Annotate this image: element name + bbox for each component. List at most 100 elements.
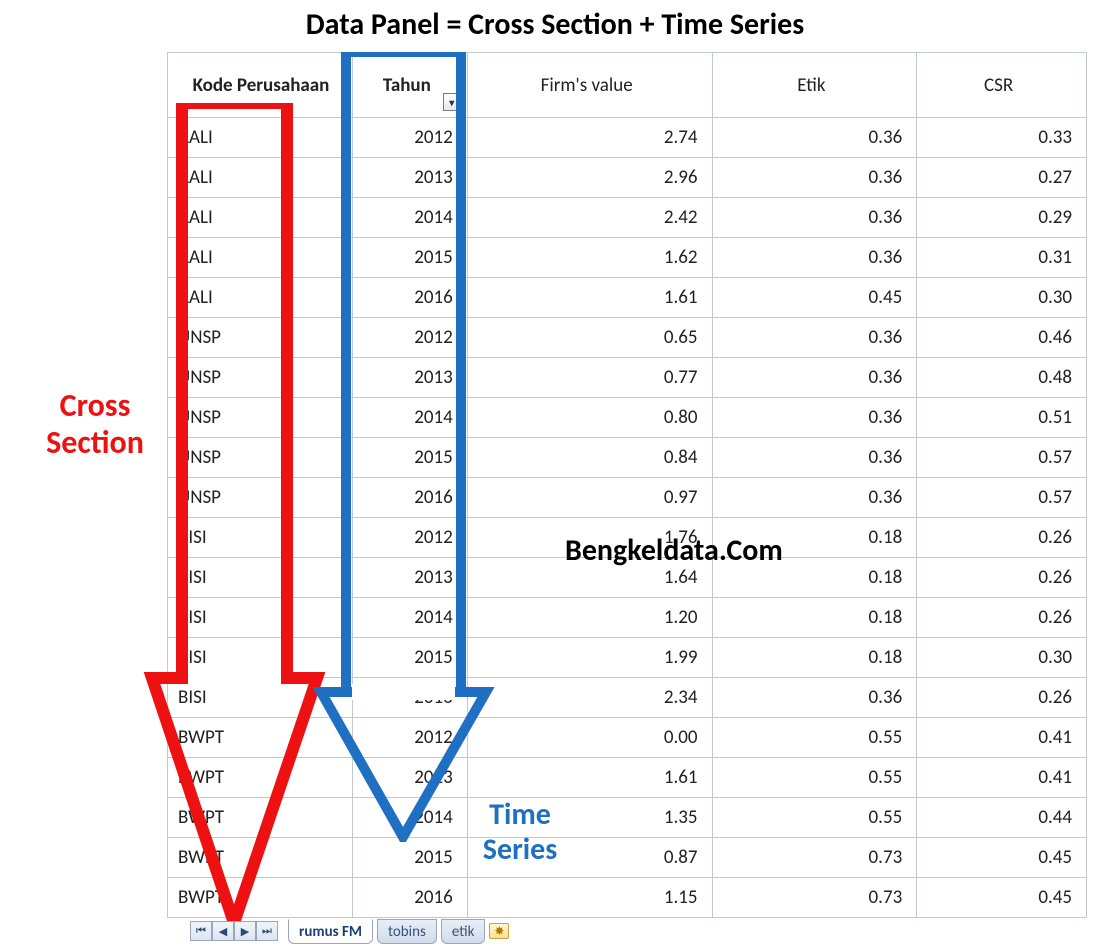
cell-fv[interactable]: 2.34 xyxy=(467,678,712,718)
cell-kode[interactable]: BISI xyxy=(168,598,353,638)
cell-etik[interactable]: 0.36 xyxy=(712,358,917,398)
cell-tahun[interactable]: 2016 xyxy=(352,878,467,918)
cell-csr[interactable]: 0.30 xyxy=(917,278,1087,318)
cell-fv[interactable]: 2.74 xyxy=(467,118,712,158)
sheet-nav-first-button[interactable]: ⏮ xyxy=(190,921,212,941)
cell-csr[interactable]: 0.45 xyxy=(917,838,1087,878)
cell-csr[interactable]: 0.57 xyxy=(917,438,1087,478)
cell-tahun[interactable]: 2013 xyxy=(352,558,467,598)
cell-fv[interactable]: 0.65 xyxy=(467,318,712,358)
cell-etik[interactable]: 0.36 xyxy=(712,478,917,518)
sheet-tab[interactable]: etik xyxy=(441,919,486,944)
cell-fv[interactable]: 1.15 xyxy=(467,878,712,918)
sheet-tab[interactable]: rumus FM xyxy=(288,919,373,944)
cell-csr[interactable]: 0.26 xyxy=(917,558,1087,598)
cell-tahun[interactable]: 2013 xyxy=(352,758,467,798)
cell-kode[interactable]: UNSP xyxy=(168,438,353,478)
cell-tahun[interactable]: 2015 xyxy=(352,838,467,878)
cell-tahun[interactable]: 2012 xyxy=(352,518,467,558)
cell-fv[interactable]: 1.61 xyxy=(467,758,712,798)
cell-fv[interactable]: 0.00 xyxy=(467,718,712,758)
cell-fv[interactable]: 0.84 xyxy=(467,438,712,478)
cell-csr[interactable]: 0.26 xyxy=(917,598,1087,638)
cell-etik[interactable]: 0.18 xyxy=(712,638,917,678)
cell-etik[interactable]: 0.36 xyxy=(712,398,917,438)
cell-etik[interactable]: 0.73 xyxy=(712,838,917,878)
cell-tahun[interactable]: 2012 xyxy=(352,718,467,758)
cell-etik[interactable]: 0.36 xyxy=(712,678,917,718)
cell-kode[interactable]: AALI xyxy=(168,158,353,198)
cell-etik[interactable]: 0.36 xyxy=(712,158,917,198)
cell-kode[interactable]: BWPT xyxy=(168,878,353,918)
cell-etik[interactable]: 0.36 xyxy=(712,198,917,238)
cell-kode[interactable]: BWPT xyxy=(168,798,353,838)
cell-etik[interactable]: 0.73 xyxy=(712,878,917,918)
cell-tahun[interactable]: 2014 xyxy=(352,198,467,238)
cell-kode[interactable]: BISI xyxy=(168,678,353,718)
cell-kode[interactable]: BWPT xyxy=(168,838,353,878)
cell-kode[interactable]: AALI xyxy=(168,278,353,318)
cell-etik[interactable]: 0.55 xyxy=(712,798,917,838)
cell-kode[interactable]: AALI xyxy=(168,198,353,238)
cell-tahun[interactable]: 2016 xyxy=(352,678,467,718)
cell-csr[interactable]: 0.30 xyxy=(917,638,1087,678)
cell-kode[interactable]: BISI xyxy=(168,558,353,598)
cell-etik[interactable]: 0.55 xyxy=(712,718,917,758)
cell-csr[interactable]: 0.31 xyxy=(917,238,1087,278)
cell-kode[interactable]: UNSP xyxy=(168,398,353,438)
cell-csr[interactable]: 0.41 xyxy=(917,758,1087,798)
cell-fv[interactable]: 2.42 xyxy=(467,198,712,238)
cell-csr[interactable]: 0.44 xyxy=(917,798,1087,838)
cell-csr[interactable]: 0.51 xyxy=(917,398,1087,438)
cell-tahun[interactable]: 2014 xyxy=(352,398,467,438)
cell-tahun[interactable]: 2014 xyxy=(352,798,467,838)
cell-csr[interactable]: 0.41 xyxy=(917,718,1087,758)
cell-fv[interactable]: 2.96 xyxy=(467,158,712,198)
cell-tahun[interactable]: 2015 xyxy=(352,438,467,478)
cell-fv[interactable]: 0.77 xyxy=(467,358,712,398)
cell-kode[interactable]: UNSP xyxy=(168,358,353,398)
cell-fv[interactable]: 1.99 xyxy=(467,638,712,678)
cell-kode[interactable]: BISI xyxy=(168,518,353,558)
cell-tahun[interactable]: 2016 xyxy=(352,278,467,318)
sheet-nav-next-button[interactable]: ▶ xyxy=(234,921,256,941)
cell-tahun[interactable]: 2012 xyxy=(352,118,467,158)
cell-tahun[interactable]: 2014 xyxy=(352,598,467,638)
cell-csr[interactable]: 0.46 xyxy=(917,318,1087,358)
cell-fv[interactable]: 1.61 xyxy=(467,278,712,318)
cell-fv[interactable]: 0.97 xyxy=(467,478,712,518)
cell-tahun[interactable]: 2015 xyxy=(352,238,467,278)
cell-tahun[interactable]: 2013 xyxy=(352,358,467,398)
cell-etik[interactable]: 0.36 xyxy=(712,438,917,478)
cell-etik[interactable]: 0.36 xyxy=(712,318,917,358)
cell-kode[interactable]: UNSP xyxy=(168,478,353,518)
cell-etik[interactable]: 0.45 xyxy=(712,278,917,318)
cell-tahun[interactable]: 2015 xyxy=(352,638,467,678)
cell-kode[interactable]: UNSP xyxy=(168,318,353,358)
cell-kode[interactable]: BISI xyxy=(168,638,353,678)
cell-csr[interactable]: 0.26 xyxy=(917,518,1087,558)
new-sheet-button[interactable]: ✸ xyxy=(489,923,509,939)
cell-etik[interactable]: 0.36 xyxy=(712,238,917,278)
cell-tahun[interactable]: 2016 xyxy=(352,478,467,518)
cell-etik[interactable]: 0.55 xyxy=(712,758,917,798)
cell-csr[interactable]: 0.27 xyxy=(917,158,1087,198)
cell-tahun[interactable]: 2013 xyxy=(352,158,467,198)
sheet-nav-last-button[interactable]: ⏭ xyxy=(256,921,278,941)
cell-fv[interactable]: 1.62 xyxy=(467,238,712,278)
cell-csr[interactable]: 0.26 xyxy=(917,678,1087,718)
cell-kode[interactable]: AALI xyxy=(168,118,353,158)
sheet-nav-prev-button[interactable]: ◀ xyxy=(212,921,234,941)
cell-kode[interactable]: AALI xyxy=(168,238,353,278)
sheet-tab[interactable]: tobins xyxy=(377,919,437,944)
cell-csr[interactable]: 0.45 xyxy=(917,878,1087,918)
cell-csr[interactable]: 0.29 xyxy=(917,198,1087,238)
cell-kode[interactable]: BWPT xyxy=(168,758,353,798)
filter-dropdown-button[interactable]: ▾ xyxy=(443,93,461,111)
cell-kode[interactable]: BWPT xyxy=(168,718,353,758)
cell-etik[interactable]: 0.18 xyxy=(712,598,917,638)
cell-fv[interactable]: 1.20 xyxy=(467,598,712,638)
cell-fv[interactable]: 0.80 xyxy=(467,398,712,438)
cell-etik[interactable]: 0.36 xyxy=(712,118,917,158)
cell-csr[interactable]: 0.33 xyxy=(917,118,1087,158)
